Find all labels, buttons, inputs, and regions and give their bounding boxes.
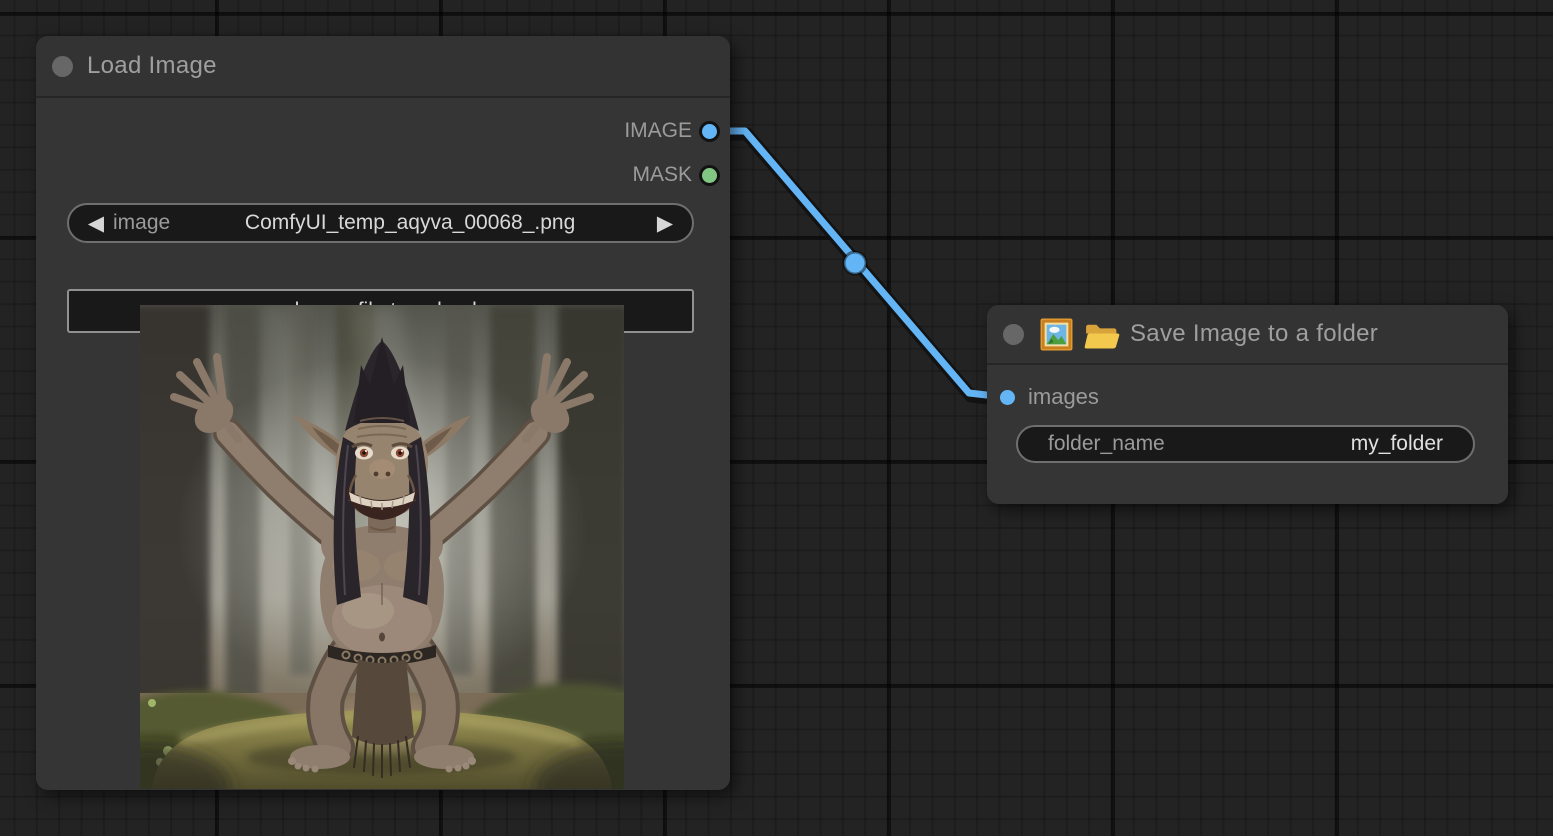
- troll-illustration: [140, 305, 624, 789]
- output-dot-image[interactable]: [702, 124, 717, 139]
- input-dot-images[interactable]: [1000, 390, 1015, 405]
- load-image-title-bar[interactable]: Load Image: [36, 36, 730, 98]
- combo-value: ComfyUI_temp_aqyva_00068_.png: [170, 211, 650, 235]
- image-combo-widget[interactable]: ◀ image ComfyUI_temp_aqyva_00068_.png ▶: [67, 203, 694, 243]
- node-load-image[interactable]: Load Image IMAGE MASK ◀ image ComfyUI_te…: [36, 36, 730, 790]
- folder-name-widget[interactable]: folder_name my_folder: [1016, 425, 1475, 463]
- collapse-dot[interactable]: [1003, 324, 1024, 345]
- image-preview: [140, 305, 624, 789]
- combo-label: image: [113, 211, 170, 235]
- node-title: Load Image: [87, 52, 217, 80]
- framed-picture-icon: [1040, 318, 1073, 351]
- combo-prev-arrow-icon[interactable]: ◀: [81, 211, 111, 236]
- output-dot-mask[interactable]: [702, 168, 717, 183]
- save-image-title-bar[interactable]: Save Image to a folder: [987, 305, 1508, 365]
- open-folder-icon: [1083, 318, 1120, 351]
- folder-name-value: my_folder: [1351, 432, 1443, 456]
- node-editor-canvas[interactable]: Load Image IMAGE MASK ◀ image ComfyUI_te…: [0, 0, 1553, 836]
- link-midpoint-dot[interactable]: [844, 252, 866, 274]
- collapse-dot[interactable]: [52, 56, 73, 77]
- output-slot-mask[interactable]: MASK: [632, 160, 717, 190]
- input-slot-images[interactable]: images: [1000, 382, 1099, 412]
- node-save-image-to-folder[interactable]: Save Image to a folder images folder_nam…: [987, 305, 1508, 504]
- folder-name-label: folder_name: [1048, 432, 1165, 456]
- output-slot-image[interactable]: IMAGE: [624, 116, 717, 146]
- combo-next-arrow-icon[interactable]: ▶: [650, 211, 680, 236]
- node-title: Save Image to a folder: [1130, 320, 1378, 348]
